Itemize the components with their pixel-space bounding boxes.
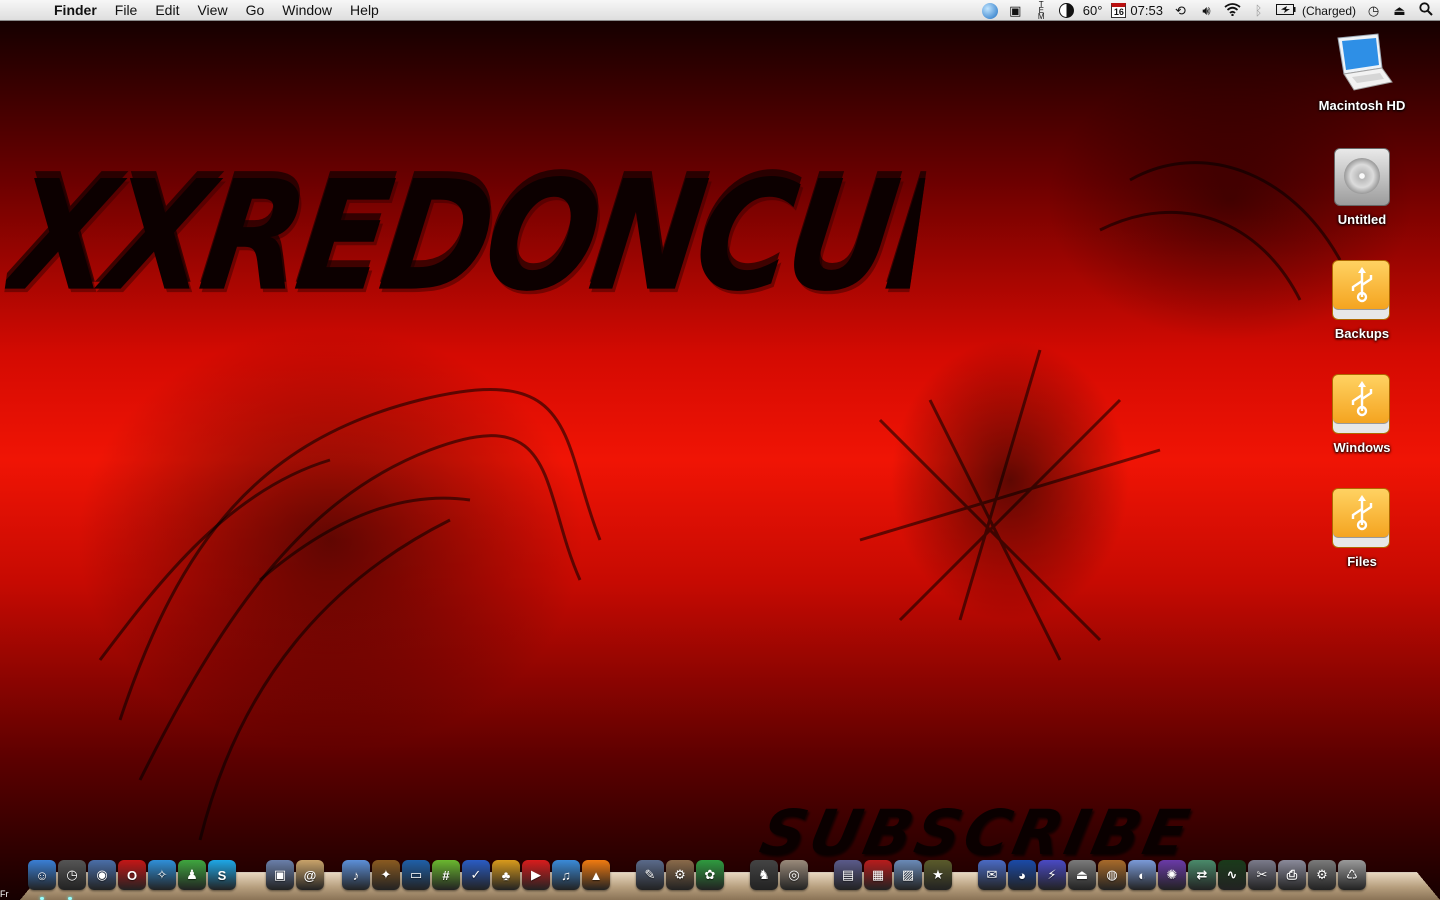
dock-activity-monitor-icon[interactable]: ∿ [1218, 860, 1246, 890]
desktop-icon-label: Files [1347, 554, 1377, 569]
dock-photobooth-icon[interactable]: ▦ [864, 860, 892, 890]
desktop-icon-backups[interactable]: Backups [1310, 258, 1414, 341]
battery-icon[interactable] [1275, 2, 1296, 19]
menu-view[interactable]: View [188, 0, 236, 21]
menu-bar: Finder File Edit View Go Window Help ▣ T… [0, 0, 1440, 21]
dock-star-icon[interactable]: ★ [924, 860, 952, 890]
tem-icon[interactable]: TEM [1033, 1, 1050, 21]
battery-status-text[interactable]: (Charged) [1302, 4, 1356, 18]
dock-trash-icon[interactable]: ♺ [1338, 860, 1366, 890]
dock-eject-app-icon[interactable]: ⏏ [1068, 860, 1096, 890]
dock-vlc-icon[interactable]: ▲ [582, 860, 610, 890]
dock-itunes-icon[interactable]: ♪ [342, 860, 370, 890]
laptop-drive-icon [1330, 30, 1394, 94]
dock-ichat-icon[interactable]: ♟ [178, 860, 206, 890]
desktop-icon-label: Windows [1333, 440, 1391, 455]
dock-finder-icon[interactable]: ☺ [28, 860, 56, 890]
time-machine-icon[interactable]: ⟲ [1172, 2, 1189, 19]
dock-printer-icon[interactable]: ⎙ [1278, 860, 1306, 890]
usb-drive-icon [1330, 486, 1394, 550]
dock-blender-icon[interactable]: ◐ [1128, 860, 1156, 890]
clock-readout[interactable]: 07:53 [1130, 3, 1163, 18]
dock-pot-icon[interactable]: ◍ [1098, 860, 1126, 890]
desktop-icon-files[interactable]: Files [1310, 486, 1414, 569]
dock-music-note-icon[interactable]: ♫ [552, 860, 580, 890]
dock-twitter-icon[interactable]: ✓ [462, 860, 490, 890]
moon-phase-icon[interactable] [1058, 3, 1074, 18]
dock-skype-icon[interactable]: S [208, 860, 236, 890]
dock-spy-icon[interactable]: ♞ [750, 860, 778, 890]
temperature-readout[interactable]: 60° [1083, 3, 1103, 18]
menu-help[interactable]: Help [341, 0, 388, 21]
dock-guitar-icon[interactable]: ✦ [372, 860, 400, 890]
desktop-wallpaper: XXREDONCULOSITYXX SUBSCRIBE [0, 20, 1440, 900]
menu-file[interactable]: File [106, 0, 147, 21]
desktop-icon-windows[interactable]: Windows [1310, 372, 1414, 455]
menu-go[interactable]: Go [237, 0, 274, 21]
dock-bolt-icon[interactable]: ⚡ [1038, 860, 1066, 890]
desktop-icon-untitled[interactable]: Untitled [1310, 144, 1414, 227]
dock-preferences-icon[interactable]: ⚙ [1308, 860, 1336, 890]
wallpaper-subscribe: SUBSCRIBE [755, 802, 1199, 864]
dock-plant-icon[interactable]: ✿ [696, 860, 724, 890]
dock-front-row-icon[interactable]: ▭ [402, 860, 430, 890]
dock-iphoto-icon[interactable]: ▨ [894, 860, 922, 890]
menu-edit[interactable]: Edit [146, 0, 188, 21]
desktop-icon-macintosh-hd[interactable]: Macintosh HD [1310, 30, 1414, 113]
menu-finder[interactable]: Finder [40, 0, 106, 21]
spotlight-icon[interactable] [1417, 2, 1434, 19]
dock-automator-icon[interactable]: ⚙ [666, 860, 694, 890]
dock-network-icon[interactable]: ◉ [88, 860, 116, 890]
dock-safari-icon[interactable]: ✧ [148, 860, 176, 890]
calendar-icon[interactable]: 16 [1111, 3, 1127, 18]
wallpaper-title: XXREDONCULOSITYXX [0, 148, 936, 326]
internal-disk-icon [1330, 144, 1394, 208]
dock: ☺ ◷ ◉ O ✧ ♟ S ▣ @ ♪ ✦ ▭ # ✓ ♣ ▶ ♫ ▲ ✎ ⚙ ✿ ♞ ◎ ▤ ▦ ▨ ★ ✉ ◕ ⚡ ⏏ ◍ ◐ ✺ ⇄ ∿ ✂ ⎙ ⚙ ♺ [26, 860, 1426, 894]
offscreen-label-fragment: Fr [0, 889, 9, 899]
desktop-icon-label: Macintosh HD [1318, 98, 1406, 113]
menu-window[interactable]: Window [273, 0, 341, 21]
menu-extras: ▣ TEM 60° 16 07:53 ⟲ 🔊︎ ᛒ (Charged) ◷ ⏏ [981, 0, 1434, 21]
bluetooth-icon[interactable]: ᛒ [1250, 2, 1267, 19]
dock-chess-icon[interactable]: # [432, 860, 460, 890]
dock-imovie-icon[interactable]: ▤ [834, 860, 862, 890]
usb-drive-icon [1330, 372, 1394, 436]
dock-disc-icon[interactable]: ◎ [780, 860, 808, 890]
dock-migration-icon[interactable]: ⇄ [1188, 860, 1216, 890]
dock-space-icon[interactable]: ✺ [1158, 860, 1186, 890]
dock-mail-icon[interactable]: ✉ [978, 860, 1006, 890]
app-status-icon[interactable]: ▣ [1007, 2, 1024, 19]
dock-address-book-icon[interactable]: @ [296, 860, 324, 890]
dock-clock-icon[interactable]: ◷ [58, 860, 86, 890]
dock-pineapple-icon[interactable]: ♣ [492, 860, 520, 890]
dock-preview-icon[interactable]: ▣ [266, 860, 294, 890]
world-clock-icon[interactable] [981, 2, 998, 19]
dock-opera-icon[interactable]: O [118, 860, 146, 890]
dock-pen-tool-icon[interactable]: ✎ [636, 860, 664, 890]
volume-icon[interactable]: 🔊︎ [1198, 2, 1215, 19]
dock-utility-icon[interactable]: ✂ [1248, 860, 1276, 890]
wifi-icon[interactable] [1224, 2, 1241, 19]
desktop-icon-label: Untitled [1337, 212, 1387, 227]
dock-youtube-icon[interactable]: ▶ [522, 860, 550, 890]
dock-monster-icon[interactable]: ◕ [1008, 860, 1036, 890]
eject-icon[interactable]: ⏏ [1391, 2, 1408, 19]
usb-drive-icon [1330, 258, 1394, 322]
sync-icon[interactable]: ◷ [1365, 2, 1382, 19]
desktop-icon-label: Backups [1334, 326, 1390, 341]
